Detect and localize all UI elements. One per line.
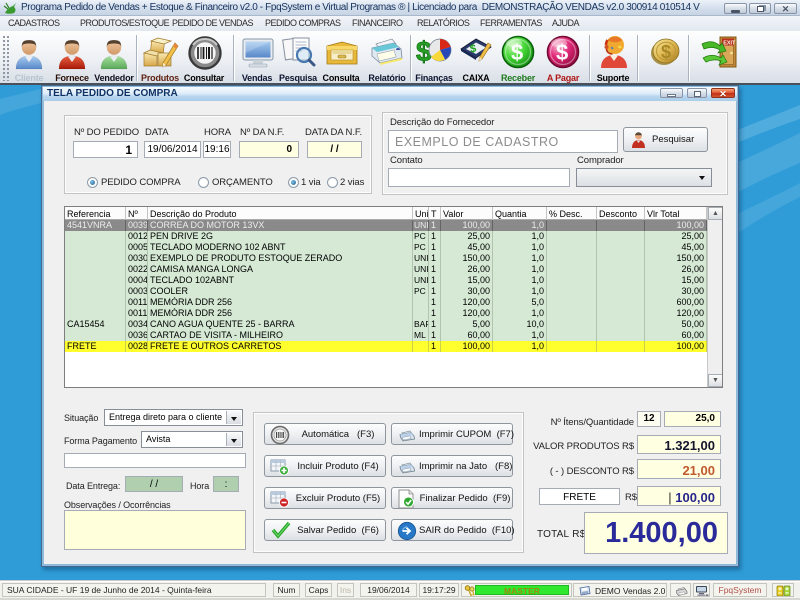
svg-text:$: $: [511, 40, 523, 65]
svg-text:$: $: [556, 40, 568, 65]
svg-text:$: $: [661, 42, 671, 62]
svg-text:EXIT: EXIT: [723, 41, 736, 47]
